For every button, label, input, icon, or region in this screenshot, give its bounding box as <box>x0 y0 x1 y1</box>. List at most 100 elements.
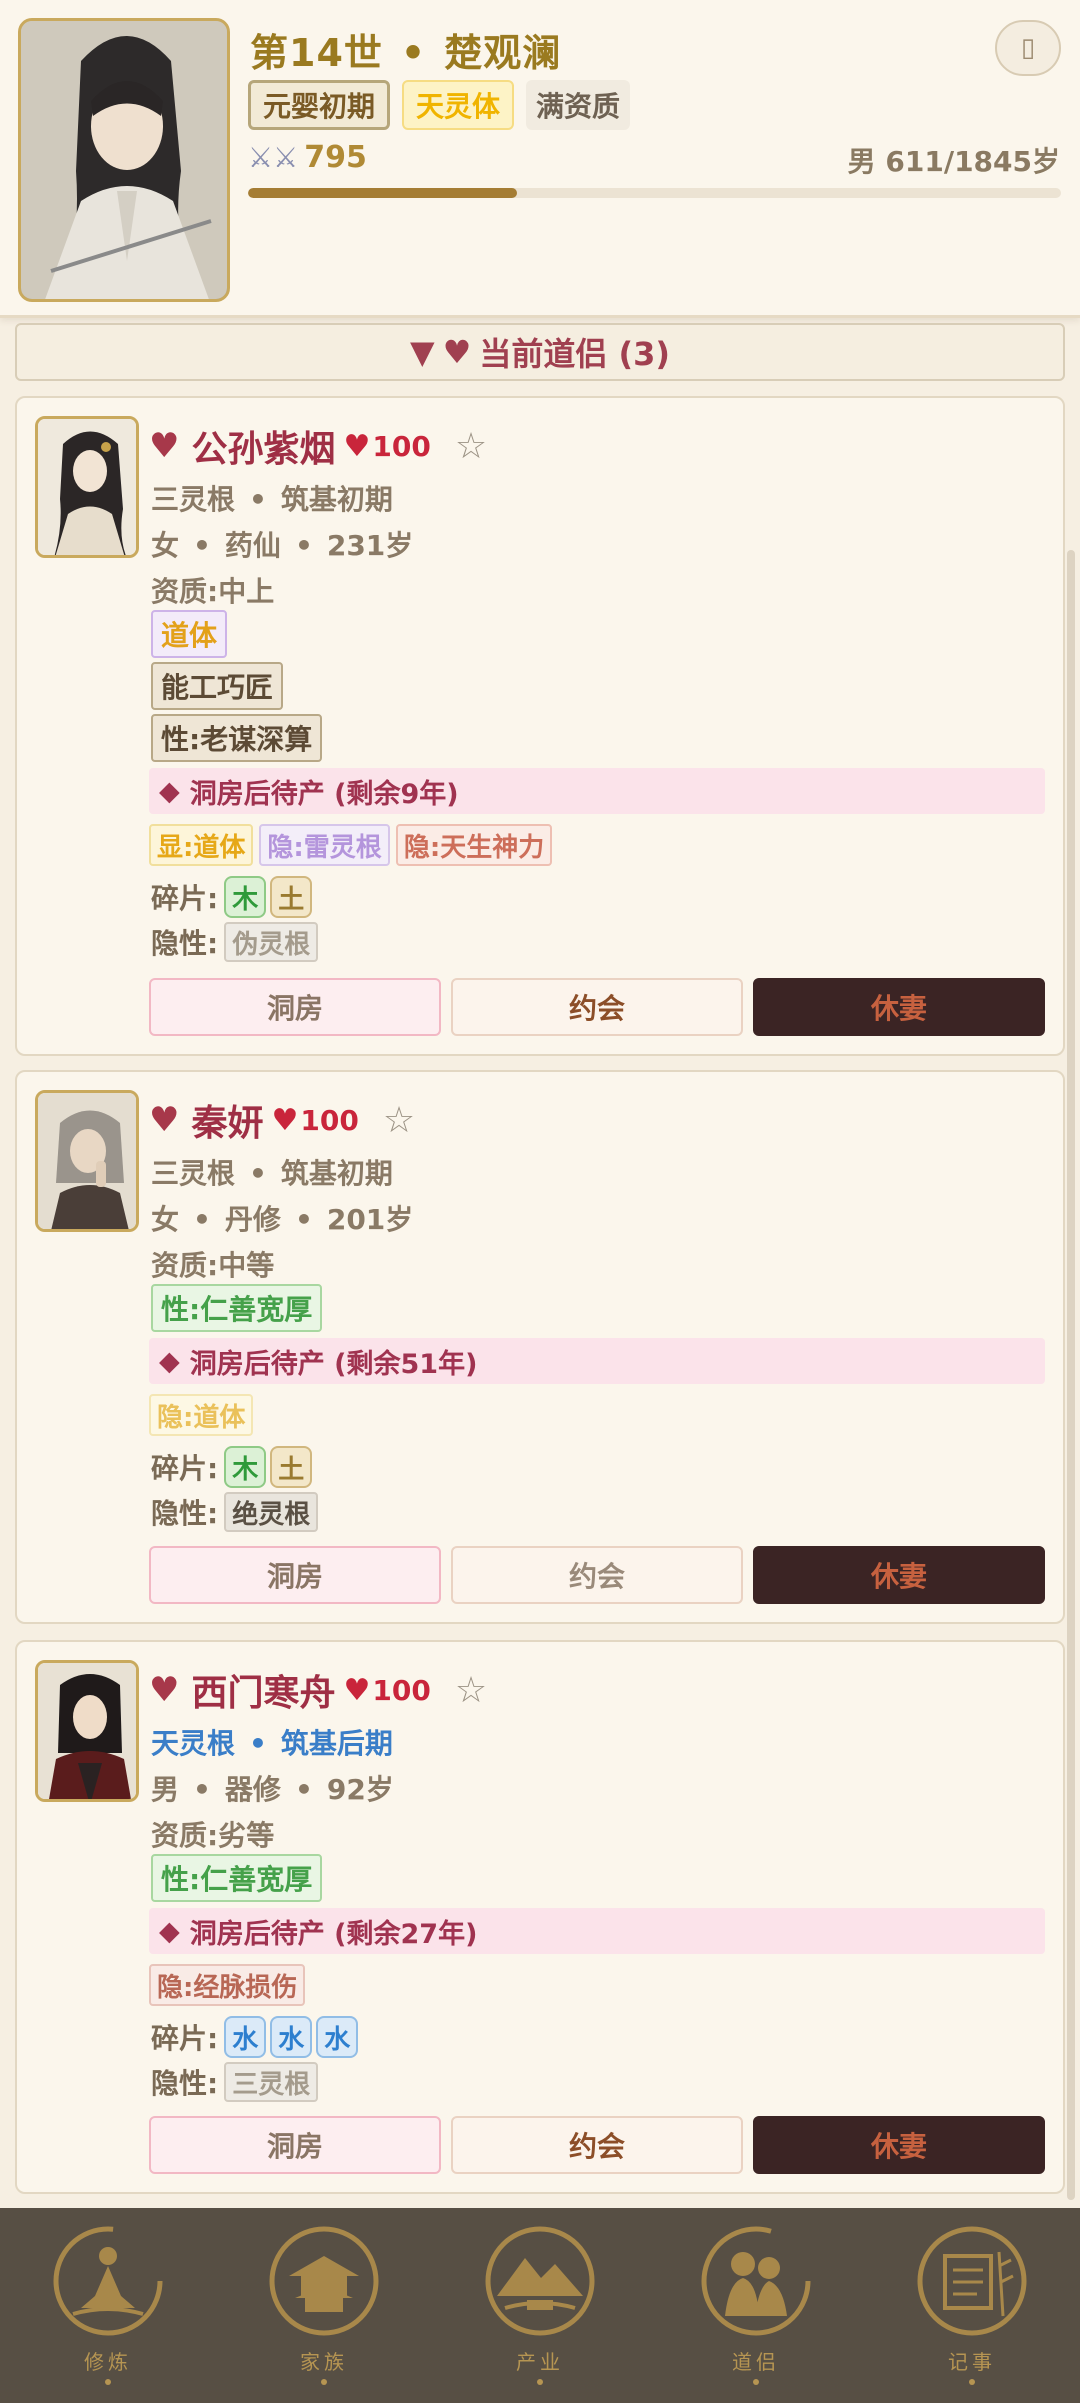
meditation-icon <box>53 2226 163 2336</box>
section-title: 当前道侣 (3) <box>479 335 670 373</box>
nav-dot <box>105 2379 111 2385</box>
collapse-arrow-icon: ▼ <box>410 333 435 371</box>
character-name: 楚观澜 <box>444 31 562 75</box>
companion-card: ♥ 公孙紫烟 ♥ 100 ☆ 三灵根 • 筑基初期 女 • 药仙 • 231岁 资质:中上 道… <box>15 396 1065 1056</box>
pregnancy-text: 洞房后待产 (剩余9年) <box>189 778 459 810</box>
companion-name: 西门寒舟 <box>191 1673 336 1714</box>
recessive-row: 隐性: 绝灵根 <box>151 1492 319 1532</box>
cultivation-realm: 筑基后期 <box>280 1727 393 1760</box>
profession: 药仙 <box>224 529 281 562</box>
bridal-chamber-button[interactable]: 洞房 <box>149 978 441 1036</box>
menu-icon: ▯ <box>1020 33 1036 63</box>
companion-avatar[interactable] <box>35 1090 139 1232</box>
gene-chip: 隐:天生神力 <box>395 824 553 866</box>
body-type-tag: 天灵体 <box>402 80 515 130</box>
pregnancy-status: ◆ 洞房后待产 (剩余51年) <box>149 1338 1045 1384</box>
diamond-icon: ◆ <box>159 1345 180 1377</box>
date-button[interactable]: 约会 <box>451 2116 743 2174</box>
scroll-icon <box>917 2226 1027 2336</box>
heart-icon: ♥ <box>149 426 180 466</box>
fragments-label: 碎片: <box>151 1452 219 1485</box>
gene-chip: 隐:雷灵根 <box>259 824 390 866</box>
profession: 器修 <box>224 1773 281 1806</box>
aptitude-tag: 满资质 <box>526 80 631 130</box>
menu-button[interactable]: ▯ <box>995 20 1061 76</box>
nav-industry[interactable]: 产业 <box>445 2208 635 2403</box>
trait-tag: 性:仁善宽厚 <box>151 1854 323 1902</box>
generation-label: 第14世 <box>250 31 383 75</box>
gender: 男 <box>151 1773 180 1806</box>
affection-heart-icon: ♥ <box>343 1672 371 1708</box>
spirit-root: 三灵根 <box>151 1157 236 1190</box>
mountain-icon <box>485 2226 595 2336</box>
fragments-row: 碎片: 水 水 水 <box>151 2016 362 2058</box>
nav-records[interactable]: 记事 <box>877 2208 1067 2403</box>
realm-tag: 元婴初期 <box>248 80 391 130</box>
separator: • <box>249 483 267 516</box>
companion-card: ♥ 秦妍 ♥ 100 ☆ 三灵根 • 筑基初期 女 • 丹修 • 201岁 资质:中等 性:仁… <box>15 1070 1065 1624</box>
root-realm-line: 三灵根 • 筑基初期 <box>151 1152 393 1192</box>
skill-tag: 能工巧匠 <box>151 662 284 710</box>
companion-avatar[interactable] <box>35 1660 139 1802</box>
affection-value: 100 <box>372 1673 431 1707</box>
nav-cultivate[interactable]: 修炼 <box>13 2208 203 2403</box>
diamond-icon: ◆ <box>159 1915 180 1947</box>
separator: • <box>193 1203 211 1236</box>
favorite-star-icon[interactable]: ☆ <box>383 1100 415 1141</box>
bio-line: 男 • 器修 • 92岁 <box>151 1768 394 1808</box>
nav-label: 产业 <box>516 2350 564 2374</box>
companion-avatar[interactable] <box>35 416 139 558</box>
cultivation-realm: 筑基初期 <box>280 483 393 516</box>
gene-chips: 隐:经脉损伤 <box>149 1964 306 2006</box>
separator: • <box>193 1773 211 1806</box>
nav-label: 道侣 <box>732 2350 780 2374</box>
gender: 女 <box>151 1203 180 1236</box>
heart-icon: ♥ <box>149 1100 180 1140</box>
bio-line: 女 • 丹修 • 201岁 <box>151 1198 413 1238</box>
fragment-earth: 土 <box>270 1446 313 1488</box>
scrollbar-thumb[interactable] <box>1067 550 1075 2200</box>
gene-chip: 显:道体 <box>149 824 254 866</box>
lifespan-progress-fill <box>248 188 518 198</box>
companions-section-toggle[interactable]: ▼ ♥ 当前道侣 (3) <box>15 323 1065 381</box>
gender: 女 <box>151 529 180 562</box>
affection: ♥ 100 <box>272 1103 359 1138</box>
nav-dot <box>537 2379 543 2385</box>
nav-label: 家族 <box>300 2350 348 2374</box>
recessive-value: 伪灵根 <box>224 922 319 962</box>
nav-companions[interactable]: 道侣 <box>661 2208 851 2403</box>
heart-icon: ♥ <box>442 333 472 371</box>
fragment-water: 水 <box>270 2016 313 2058</box>
gene-chips: 隐:道体 <box>149 1394 254 1436</box>
favorite-star-icon[interactable]: ☆ <box>455 1670 487 1711</box>
pregnancy-text: 洞房后待产 (剩余27年) <box>189 1918 478 1950</box>
separator: • <box>294 1773 313 1806</box>
date-button[interactable]: 约会 <box>451 1546 743 1604</box>
affection-value: 100 <box>300 1103 359 1137</box>
spirit-root: 三灵根 <box>151 483 236 516</box>
profession: 丹修 <box>224 1203 281 1236</box>
favorite-star-icon[interactable]: ☆ <box>455 426 487 467</box>
affection-heart-icon: ♥ <box>271 1102 299 1138</box>
diamond-icon: ◆ <box>159 775 180 807</box>
fragment-water: 水 <box>224 2016 267 2058</box>
root-realm-line: 天灵根 • 筑基后期 <box>151 1722 393 1762</box>
bridal-chamber-button[interactable]: 洞房 <box>149 2116 441 2174</box>
divorce-button[interactable]: 休妻 <box>753 2116 1045 2174</box>
separator: • <box>294 1203 313 1236</box>
divorce-button[interactable]: 休妻 <box>753 1546 1045 1604</box>
divorce-button[interactable]: 休妻 <box>753 978 1045 1036</box>
fragments-label: 碎片: <box>151 882 219 915</box>
bridal-chamber-button[interactable]: 洞房 <box>149 1546 441 1604</box>
affection: ♥ 100 <box>344 429 431 464</box>
gene-chip: 隐:道体 <box>149 1394 254 1436</box>
spirit-root: 天灵根 <box>151 1727 236 1760</box>
age: 231岁 <box>326 529 414 562</box>
couple-icon <box>701 2226 811 2336</box>
recessive-label: 隐性: <box>151 2067 219 2100</box>
recessive-row: 隐性: 伪灵根 <box>151 922 319 962</box>
date-button[interactable]: 约会 <box>451 978 743 1036</box>
character-portrait[interactable] <box>18 18 230 302</box>
nav-family[interactable]: 家族 <box>229 2208 419 2403</box>
pavilion-icon <box>269 2226 379 2336</box>
